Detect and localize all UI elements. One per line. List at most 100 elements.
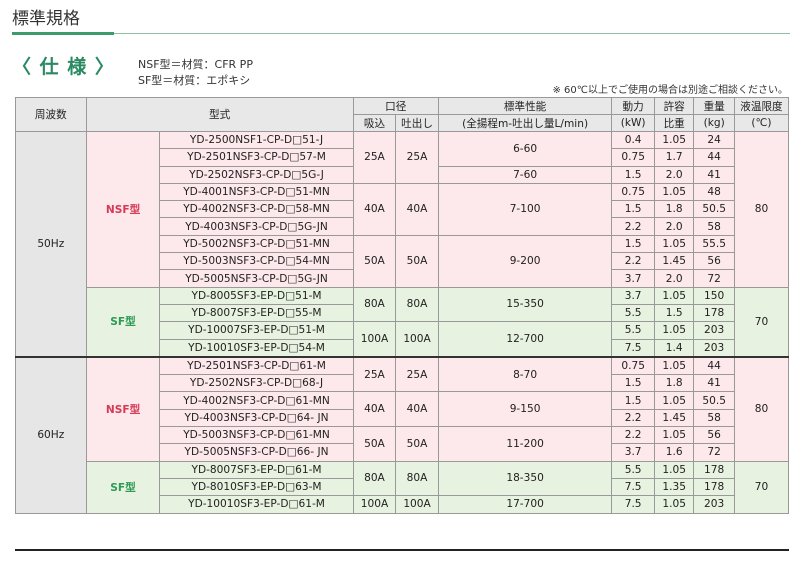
specific-gravity-cell: 1.8 bbox=[653, 200, 695, 219]
discharge-bore-cell: 80A bbox=[395, 460, 439, 497]
temperature-limit-cell: 70 bbox=[733, 460, 790, 514]
power-cell: 1.5 bbox=[611, 374, 655, 393]
table-bottom-rule bbox=[15, 549, 789, 551]
weight-cell: 48 bbox=[693, 182, 735, 202]
title-divider-accent bbox=[12, 32, 114, 35]
model-cell: YD-8010SF3-EP-D□63-M bbox=[159, 477, 354, 497]
specific-gravity-cell: 1.6 bbox=[653, 443, 695, 462]
model-cell: YD-2502NSF3-CP-D□5G-J bbox=[159, 165, 354, 184]
frequency-cell: 50Hz bbox=[15, 130, 87, 358]
power-cell: 7.5 bbox=[611, 495, 655, 514]
header-weight: 重量 bbox=[693, 97, 735, 115]
performance-cell: 9-200 bbox=[437, 234, 613, 288]
specific-gravity-cell: 1.05 bbox=[653, 182, 695, 202]
power-cell: 1.5 bbox=[611, 234, 655, 254]
temperature-limit-cell: 80 bbox=[733, 131, 790, 288]
frequency-cell: 60Hz bbox=[15, 355, 87, 514]
specific-gravity-cell: 1.5 bbox=[653, 303, 695, 323]
table-row: 50Hz NSF型 YD-2500NSF1-CP-D□51-J 25A 25A 6-60 0… bbox=[15, 130, 790, 358]
suction-bore-cell: 50A bbox=[352, 426, 397, 462]
performance-cell: 12-700 bbox=[437, 321, 613, 358]
power-cell: 5.5 bbox=[611, 321, 655, 340]
specific-gravity-cell: 1.05 bbox=[653, 391, 695, 410]
power-cell: 7.5 bbox=[611, 477, 655, 497]
header-power: 動力 bbox=[611, 97, 655, 115]
power-cell: 7.5 bbox=[611, 338, 655, 358]
header-temperature: 液温限度 bbox=[733, 97, 790, 115]
specific-gravity-cell: 1.05 bbox=[653, 460, 695, 479]
suction-bore-cell: 50A bbox=[352, 234, 397, 288]
weight-cell: 203 bbox=[693, 321, 735, 340]
power-cell: 5.5 bbox=[611, 303, 655, 323]
header-weight-unit: (kg) bbox=[693, 114, 735, 132]
pump-type-cell: SF型 bbox=[85, 286, 161, 358]
model-cell: YD-2501NSF3-CP-D□57-M bbox=[159, 148, 354, 167]
weight-cell: 24 bbox=[693, 130, 735, 150]
pump-type-cell: NSF型 bbox=[85, 131, 161, 288]
page-title: 標準規格 bbox=[12, 9, 80, 29]
material-nsf: NSF型＝材質：CFR PP bbox=[138, 58, 253, 71]
header-discharge: 吐出し bbox=[395, 114, 439, 132]
model-cell: YD-2500NSF1-CP-D□51-J bbox=[159, 130, 354, 150]
suction-bore-cell: 25A bbox=[352, 355, 397, 393]
material-sf: SF型＝材質：エポキシ bbox=[138, 74, 251, 87]
weight-cell: 58 bbox=[693, 217, 735, 236]
model-cell: YD-4001NSF3-CP-D□51-MN bbox=[159, 182, 354, 202]
weight-cell: 72 bbox=[693, 443, 735, 462]
power-cell: 1.5 bbox=[611, 200, 655, 219]
model-cell: YD-8005SF3-EP-D□51-M bbox=[159, 286, 354, 305]
specific-gravity-cell: 1.05 bbox=[653, 426, 695, 445]
power-cell: 2.2 bbox=[611, 252, 655, 271]
weight-cell: 50.5 bbox=[693, 391, 735, 410]
power-cell: 0.4 bbox=[611, 130, 655, 150]
specific-gravity-cell: 2.0 bbox=[653, 217, 695, 236]
table-row: SF型 YD-8005SF3-EP-D□51-M 80A 80A 15-350 3.7 1.… bbox=[16, 286, 790, 358]
weight-cell: 178 bbox=[693, 303, 735, 323]
performance-cell: 11-200 bbox=[437, 426, 613, 462]
header-suction: 吸込 bbox=[352, 114, 397, 132]
power-cell: 3.7 bbox=[611, 443, 655, 462]
specific-gravity-cell: 1.05 bbox=[653, 286, 695, 305]
pump-type-cell: SF型 bbox=[85, 460, 161, 514]
model-cell: YD-5005NSF3-CP-D□66- JN bbox=[159, 443, 354, 462]
model-cell: YD-10010SF3-EP-D□54-M bbox=[159, 338, 354, 358]
model-cell: YD-4002NSF3-CP-D□61-MN bbox=[159, 391, 354, 410]
weight-cell: 178 bbox=[693, 477, 735, 497]
suction-bore-cell: 80A bbox=[352, 286, 397, 323]
header-performance: 標準性能 bbox=[437, 97, 613, 115]
suction-bore-cell: 80A bbox=[352, 460, 397, 497]
power-cell: 0.75 bbox=[611, 355, 655, 376]
suction-bore-cell: 100A bbox=[352, 321, 397, 358]
performance-cell: 6-60 bbox=[437, 131, 613, 167]
weight-cell: 56 bbox=[693, 252, 735, 271]
weight-cell: 150 bbox=[693, 286, 735, 305]
model-cell: YD-5003NSF3-CP-D□54-MN bbox=[159, 252, 354, 271]
specific-gravity-cell: 1.7 bbox=[653, 148, 695, 167]
header-model: 型式 bbox=[85, 97, 354, 132]
specific-gravity-cell: 2.0 bbox=[653, 269, 695, 288]
header-power-unit: (kW) bbox=[611, 114, 655, 132]
table-row: SF型 YD-8007SF3-EP-D□61-M 80A 80A 18-350 5.5 1.… bbox=[16, 460, 790, 514]
discharge-bore-cell: 40A bbox=[395, 182, 439, 236]
power-cell: 1.5 bbox=[611, 165, 655, 184]
weight-cell: 56 bbox=[693, 426, 735, 445]
table-row: 60Hz NSF型 YD-2501NSF3-CP-D□61-M 25A 25A 8-70 0… bbox=[15, 355, 790, 514]
discharge-bore-cell: 40A bbox=[395, 391, 439, 428]
model-cell: YD-8007SF3-EP-D□55-M bbox=[159, 303, 354, 323]
model-cell: YD-5003NSF3-CP-D□61-MN bbox=[159, 426, 354, 445]
weight-cell: 55.5 bbox=[693, 234, 735, 254]
specific-gravity-cell: 1.8 bbox=[653, 374, 695, 393]
header-allowable-sub: 比重 bbox=[653, 114, 695, 132]
weight-cell: 44 bbox=[693, 148, 735, 167]
weight-cell: 58 bbox=[693, 408, 735, 428]
discharge-bore-cell: 50A bbox=[395, 234, 439, 288]
power-cell: 0.75 bbox=[611, 182, 655, 202]
model-cell: YD-8007SF3-EP-D□61-M bbox=[159, 460, 354, 479]
temperature-limit-cell: 80 bbox=[733, 355, 790, 462]
header-allowable: 許容 bbox=[653, 97, 695, 115]
discharge-bore-cell: 100A bbox=[395, 495, 439, 514]
model-cell: YD-2502NSF3-CP-D□68-J bbox=[159, 374, 354, 393]
specific-gravity-cell: 1.05 bbox=[653, 355, 695, 376]
pump-type-cell: NSF型 bbox=[85, 355, 161, 462]
power-cell: 3.7 bbox=[611, 269, 655, 288]
